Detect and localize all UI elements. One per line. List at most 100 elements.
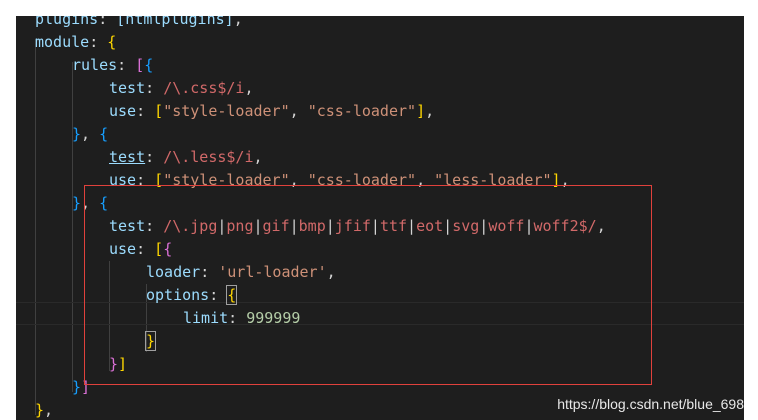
regex-pipe: | — [370, 217, 380, 235]
string-less-loader: "less-loader" — [434, 171, 552, 189]
regex-end: $/ — [578, 217, 597, 235]
regex-ext-bmp: bmp — [298, 217, 326, 235]
brace-close: } — [35, 401, 45, 419]
comma: , — [560, 171, 570, 189]
bracket-close: ] — [551, 171, 561, 189]
regex-ext-png: png — [226, 217, 254, 235]
brace-close: } — [109, 355, 119, 373]
bracket-open: [ — [135, 56, 145, 74]
code-line[interactable]: }] — [72, 376, 90, 399]
current-line-highlight — [16, 302, 744, 325]
code-line[interactable]: } — [144, 330, 157, 353]
brace-close: } — [72, 194, 82, 212]
brace-open: { — [107, 33, 117, 51]
bracket-open: [ — [154, 240, 164, 258]
code-line[interactable]: }, { — [72, 123, 108, 146]
indent-guide — [35, 39, 36, 415]
key-rules: rules — [72, 56, 118, 74]
page-right-margin — [744, 16, 758, 420]
brace-close-matched: } — [144, 331, 157, 351]
regex-pipe: | — [289, 217, 299, 235]
regex-pipe: | — [325, 217, 335, 235]
bracket-open: [ — [154, 102, 164, 120]
comma: , — [326, 263, 336, 281]
comma: , — [289, 102, 308, 120]
page-left-margin — [0, 16, 16, 420]
regex-ext-svg: svg — [452, 217, 480, 235]
bracket-open: [ — [154, 171, 164, 189]
watermark: https://blog.csdn.net/blue_698 — [557, 396, 744, 412]
code-line[interactable]: }] — [109, 353, 127, 376]
code-line[interactable]: test: /\.css$/i, — [109, 77, 254, 100]
code-line[interactable]: test: /\.jpg|png|gif|bmp|jfif|ttf|eot|sv… — [109, 215, 606, 238]
code-line[interactable]: use: ["style-loader", "css-loader"], — [109, 100, 434, 123]
regex-css: /\.css$/i — [163, 79, 245, 97]
string-css-loader: "css-loader" — [307, 171, 417, 189]
key-module: module — [35, 33, 90, 51]
string-css-loader: "css-loader" — [307, 102, 417, 120]
comma: , — [81, 125, 100, 143]
comma: , — [244, 79, 254, 97]
string-style-loader: "style-loader" — [163, 171, 290, 189]
key-use: use — [109, 240, 137, 258]
brace-close: } — [72, 125, 82, 143]
code-line[interactable]: test: /\.less$/i, — [109, 146, 263, 169]
key-options: options — [146, 286, 210, 304]
comma: , — [253, 148, 263, 166]
regex-pipe: | — [253, 217, 263, 235]
page-top-margin — [0, 0, 758, 16]
regex-ext-woff: woff — [488, 217, 525, 235]
code-line[interactable]: }, — [35, 399, 53, 420]
regex-ext-gif: gif — [262, 217, 290, 235]
value-htmlplugins: [htmlplugins] — [116, 16, 234, 28]
comma: , — [425, 102, 435, 120]
colon: : — [136, 240, 155, 258]
colon: : — [98, 16, 117, 28]
indent-guide — [72, 62, 73, 392]
code-line[interactable]: loader: 'url-loader', — [146, 261, 336, 284]
code-line[interactable]: options: { — [146, 284, 238, 307]
brace-open-matched: { — [226, 285, 238, 305]
regex-pipe: | — [479, 217, 489, 235]
comma: , — [44, 401, 54, 419]
code-line[interactable]: plugins: [htmlplugins], — [35, 16, 243, 31]
code-line[interactable]: limit: 999999 — [183, 307, 300, 330]
regex-extension-list: jpg|png|gif|bmp|jfif|ttf|eot|svg|woff|wo… — [190, 217, 578, 235]
comma: , — [289, 171, 308, 189]
regex-pipe: | — [443, 217, 453, 235]
regex-start: /\. — [163, 217, 191, 235]
colon: : — [228, 309, 247, 327]
key-test: test — [109, 79, 146, 97]
colon: : — [136, 171, 155, 189]
code-line[interactable]: use: ["style-loader", "css-loader", "les… — [109, 169, 570, 192]
code-line[interactable]: use: [{ — [109, 238, 172, 261]
colon: : — [145, 217, 164, 235]
key-use: use — [109, 171, 137, 189]
key-limit: limit — [183, 309, 229, 327]
colon: : — [89, 33, 108, 51]
code-editor[interactable]: plugins: [htmlplugins], module: { rules:… — [16, 16, 744, 420]
regex-ext-jpg: jpg — [190, 217, 218, 235]
colon: : — [117, 56, 136, 74]
code-line[interactable]: rules: [{ — [72, 54, 153, 77]
bracket-close: ] — [118, 355, 128, 373]
brace-open: { — [99, 125, 109, 143]
regex-ext-woff2: woff2 — [533, 217, 579, 235]
brace-open: { — [144, 56, 154, 74]
comma: , — [233, 16, 243, 28]
string-style-loader: "style-loader" — [163, 102, 290, 120]
regex-ext-eot: eot — [416, 217, 444, 235]
bracket-close: ] — [416, 102, 426, 120]
regex-less: /\.less$/i — [163, 148, 254, 166]
code-line[interactable]: }, { — [72, 192, 108, 215]
key-plugins: plugins — [35, 16, 99, 28]
colon: : — [145, 79, 164, 97]
key-loader: loader — [146, 263, 201, 281]
code-line[interactable]: module: { — [35, 31, 116, 54]
colon: : — [200, 263, 219, 281]
comma: , — [81, 194, 100, 212]
number-limit: 999999 — [246, 309, 301, 327]
brace-close: } — [72, 378, 82, 396]
colon: : — [145, 148, 164, 166]
string-url-loader: 'url-loader' — [218, 263, 327, 281]
